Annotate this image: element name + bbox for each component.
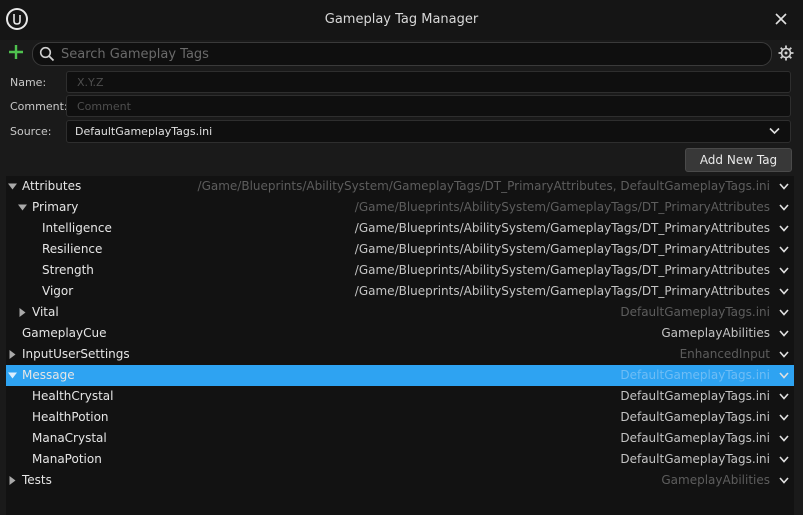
tree-row[interactable]: Strength/Game/Blueprints/AbilitySystem/G… — [6, 260, 794, 281]
tree-row-label: ManaCrystal — [32, 431, 107, 445]
tree-row-source: DefaultGameplayTags.ini — [620, 305, 770, 319]
tree-row-source: DefaultGameplayTags.ini — [620, 389, 770, 403]
tree-row-label: ManaPotion — [32, 452, 102, 466]
tree-row[interactable]: Vital DefaultGameplayTags.ini — [6, 302, 794, 323]
chevron-down-icon[interactable] — [779, 267, 789, 274]
source-select-value: DefaultGameplayTags.ini — [75, 125, 213, 138]
chevron-down-icon[interactable] — [779, 456, 789, 463]
name-input[interactable] — [75, 74, 779, 91]
tree-row-label: Message — [22, 368, 75, 382]
comment-label: Comment: — [10, 100, 68, 113]
chevron-down-icon[interactable] — [779, 393, 789, 400]
tree-row[interactable]: Tests GameplayAbilities — [6, 470, 794, 491]
tree-row-label: Primary — [32, 200, 79, 214]
tree-row-source: GameplayAbilities — [661, 326, 770, 340]
add-tag-icon[interactable] — [7, 43, 25, 61]
tree-row[interactable]: HealthCrystal DefaultGameplayTags.ini — [6, 386, 794, 407]
tree-row[interactable]: HealthPotion DefaultGameplayTags.ini — [6, 407, 794, 428]
tree-row-source: DefaultGameplayTags.ini — [620, 368, 770, 382]
search-icon — [39, 46, 55, 62]
add-new-tag-button[interactable]: Add New Tag — [685, 148, 792, 172]
comment-input[interactable] — [75, 98, 779, 115]
tree-row-source: /Game/Blueprints/AbilitySystem/GameplayT… — [354, 200, 770, 214]
tree-row-label: Intelligence — [42, 221, 112, 235]
collapsed-arrow-icon[interactable] — [8, 476, 17, 485]
tree-row-source: DefaultGameplayTags.ini — [620, 431, 770, 445]
tree-row-label: HealthPotion — [32, 410, 109, 424]
tree-row-source: /Game/Blueprints/AbilitySystem/GameplayT… — [354, 242, 770, 256]
tree-row-label: Resilience — [42, 242, 103, 256]
tree-row-label: Vigor — [42, 284, 74, 298]
tree-row[interactable]: Attributes/Game/Blueprints/AbilitySystem… — [6, 176, 794, 197]
tree-row-label: Attributes — [22, 179, 82, 193]
chevron-down-icon[interactable] — [779, 414, 789, 421]
collapsed-arrow-icon[interactable] — [18, 308, 27, 317]
tree-row[interactable]: ManaPotion DefaultGameplayTags.ini — [6, 449, 794, 470]
chevron-down-icon[interactable] — [779, 246, 789, 253]
gear-icon[interactable] — [778, 45, 794, 61]
expanded-arrow-icon[interactable] — [8, 371, 17, 380]
close-icon[interactable] — [773, 11, 789, 27]
expanded-arrow-icon[interactable] — [8, 182, 17, 191]
tree-row-source: GameplayAbilities — [661, 473, 770, 487]
tree-row[interactable]: GameplayCue GameplayAbilities — [6, 323, 794, 344]
search-input[interactable] — [59, 45, 763, 64]
tree-row[interactable]: Primary/Game/Blueprints/AbilitySystem/Ga… — [6, 197, 794, 218]
chevron-down-icon[interactable] — [779, 477, 789, 484]
name-label: Name: — [10, 76, 47, 89]
source-select[interactable]: DefaultGameplayTags.ini — [66, 120, 791, 143]
name-field[interactable] — [66, 71, 791, 93]
expanded-arrow-icon[interactable] — [18, 203, 27, 212]
tree-row[interactable]: Resilience/Game/Blueprints/AbilitySystem… — [6, 239, 794, 260]
tree-row-label: HealthCrystal — [32, 389, 114, 403]
title-bar: Gameplay Tag Manager — [0, 0, 803, 40]
tree-row-source: DefaultGameplayTags.ini — [620, 410, 770, 424]
tree-row-label: InputUserSettings — [22, 347, 130, 361]
tree-row-label: Strength — [42, 263, 94, 277]
tree-row-source: /Game/Blueprints/AbilitySystem/GameplayT… — [197, 179, 770, 193]
tree-row[interactable]: Message DefaultGameplayTags.ini — [6, 365, 794, 386]
tree-row-source: DefaultGameplayTags.ini — [620, 452, 770, 466]
tree-row-label: Vital — [32, 305, 59, 319]
tree-row[interactable]: Vigor/Game/Blueprints/AbilitySystem/Game… — [6, 281, 794, 302]
chevron-down-icon[interactable] — [779, 309, 789, 316]
chevron-down-icon[interactable] — [779, 351, 789, 358]
tree-row-label: GameplayCue — [22, 326, 107, 340]
tree-row-label: Tests — [22, 473, 52, 487]
collapsed-arrow-icon[interactable] — [8, 350, 17, 359]
tree-row-source: EnhancedInput — [679, 347, 770, 361]
comment-field[interactable] — [66, 95, 791, 117]
tree-row[interactable]: InputUserSettings EnhancedInput — [6, 344, 794, 365]
tree-row[interactable]: ManaCrystal DefaultGameplayTags.ini — [6, 428, 794, 449]
chevron-down-icon[interactable] — [779, 204, 789, 211]
toolbar — [0, 40, 803, 68]
chevron-down-icon[interactable] — [779, 225, 789, 232]
tree-row-source: /Game/Blueprints/AbilitySystem/GameplayT… — [354, 263, 770, 277]
chevron-down-icon[interactable] — [779, 372, 789, 379]
chevron-down-icon — [769, 127, 780, 135]
chevron-down-icon[interactable] — [779, 330, 789, 337]
window-title: Gameplay Tag Manager — [324, 12, 479, 27]
tree-row[interactable]: Intelligence/Game/Blueprints/AbilitySyst… — [6, 218, 794, 239]
search-box[interactable] — [32, 42, 772, 66]
tree-row-source: /Game/Blueprints/AbilitySystem/GameplayT… — [354, 284, 770, 298]
chevron-down-icon[interactable] — [779, 183, 789, 190]
chevron-down-icon[interactable] — [779, 435, 789, 442]
tree-row-source: /Game/Blueprints/AbilitySystem/GameplayT… — [354, 221, 770, 235]
chevron-down-icon[interactable] — [779, 288, 789, 295]
source-label: Source: — [10, 125, 52, 138]
tag-tree: Attributes/Game/Blueprints/AbilitySystem… — [6, 176, 794, 515]
